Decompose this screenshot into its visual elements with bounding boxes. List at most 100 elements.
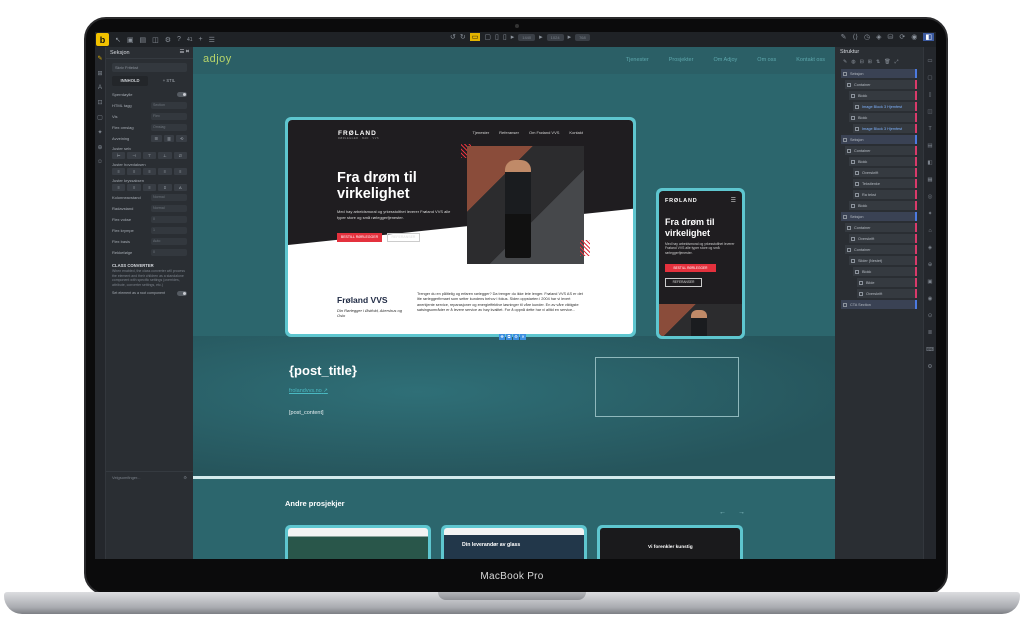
settings-icon[interactable]: ⚙ <box>513 334 519 340</box>
class-search-input[interactable]: Skriv Fritekst <box>112 63 187 72</box>
pin-icon[interactable]: ✎ <box>843 59 847 65</box>
panel-icon[interactable]: ◫ <box>924 109 936 115</box>
tree-item[interactable]: Blokk <box>849 201 917 210</box>
panel-toggle-icon[interactable]: ◧ <box>923 33 934 41</box>
panel-icon[interactable]: ▤ <box>924 143 936 149</box>
help-icon[interactable]: ? <box>177 36 181 43</box>
hide-toggle[interactable] <box>177 91 187 97</box>
tree-item[interactable]: Blokk <box>849 157 917 166</box>
footer-search[interactable]: Velgsomfinger... <box>112 475 140 480</box>
trash-icon[interactable]: 🗑 <box>884 59 890 65</box>
sort-icon[interactable]: ⇅ <box>876 59 880 65</box>
direction-reverse-icon[interactable]: ⟲ <box>176 134 188 142</box>
align-left-icon[interactable]: ⊢ <box>112 152 126 159</box>
tree-item[interactable]: Overskrift <box>853 168 917 177</box>
panel-icon[interactable]: ✦ <box>924 211 936 217</box>
tree-item[interactable]: Container <box>845 223 917 232</box>
panel-icon[interactable]: ≣ <box>924 330 936 336</box>
duplicate-icon[interactable]: ⧉ <box>506 334 512 340</box>
brush-icon[interactable]: ✎ <box>95 55 105 62</box>
panel-icon[interactable]: ⊙ <box>924 313 936 319</box>
templates-icon[interactable]: ◫ <box>152 36 159 44</box>
desktop-mockup[interactable]: FRØLAND RØRLEGGER · BAD · VVS Tjenester R… <box>285 117 636 337</box>
align-stretch-icon[interactable]: ⊥ <box>158 152 172 159</box>
cross-center-icon[interactable]: ≡ <box>127 184 141 191</box>
tree-item[interactable]: Ra tekst <box>853 190 917 199</box>
image-placeholder[interactable] <box>595 357 739 417</box>
zoom-level[interactable]: 41 <box>187 37 193 43</box>
justify-center-icon[interactable]: ≡ <box>127 168 141 175</box>
flex-grow-input[interactable]: 0 <box>151 215 187 223</box>
resize-icon[interactable]: ⤢ <box>895 59 899 65</box>
cursor-icon[interactable]: ↖ <box>115 36 121 44</box>
project-card[interactable] <box>285 525 431 559</box>
add-element-icon[interactable]: ▣ <box>127 36 134 44</box>
plus-icon[interactable]: + <box>199 36 203 43</box>
root-component-toggle[interactable] <box>177 290 187 296</box>
panel-icon[interactable]: ⊕ <box>924 262 936 268</box>
text-icon[interactable]: T <box>924 126 936 132</box>
move-icon[interactable]: ✥ <box>499 334 505 340</box>
cross-start-icon[interactable]: ≡ <box>112 184 126 191</box>
nav-link[interactable]: Om Adjoy <box>713 57 737 63</box>
layers-icon[interactable]: ◈ <box>876 33 881 41</box>
column-gap-input[interactable]: Normal <box>151 193 187 201</box>
post-content[interactable]: [post_content] <box>289 410 324 416</box>
justify-end-icon[interactable]: ≡ <box>142 168 157 175</box>
tree-item[interactable]: Seksjon <box>841 212 917 221</box>
builder-logo[interactable]: b <box>96 33 109 46</box>
panel-icon[interactable]: ◈ <box>924 245 936 251</box>
nav-link[interactable]: Prosjekter <box>669 57 694 63</box>
effects-icon[interactable]: ✦ <box>95 129 105 136</box>
undo-icon[interactable]: ↺ <box>450 33 456 41</box>
post-title[interactable]: {post_title} <box>289 363 357 378</box>
align-right-icon[interactable]: ⊤ <box>142 152 157 159</box>
layout-icon[interactable]: ⊞ <box>95 70 105 77</box>
position-icon[interactable]: ⊕ <box>95 144 105 151</box>
tree-item[interactable]: Slider (Nestet) <box>849 256 917 265</box>
breakpoint-width[interactable]: 768 <box>575 33 590 41</box>
play-icon-3[interactable]: ▸ <box>568 33 572 41</box>
site-logo[interactable]: adjoy <box>203 53 232 65</box>
keyboard-icon[interactable]: ⌨ <box>924 347 936 353</box>
redo-icon[interactable]: ↻ <box>460 33 466 41</box>
tree-item[interactable]: Tekstlenke <box>853 179 917 188</box>
breakpoint-width[interactable]: 1440 <box>518 33 536 41</box>
refresh-icon[interactable]: ⟳ <box>899 33 905 41</box>
spacing-icon[interactable]: ⊡ <box>95 99 105 106</box>
justify-around-icon[interactable]: ≡ <box>173 168 188 175</box>
palette-icon[interactable]: ◍ <box>851 59 855 65</box>
row-gap-input[interactable]: Normal <box>151 204 187 212</box>
nav-link[interactable]: Om oss <box>757 57 776 63</box>
direction-col-icon[interactable]: ▥ <box>163 134 175 142</box>
edit-icon[interactable]: ✎ <box>841 33 847 41</box>
tree-item[interactable]: Blokk <box>853 267 917 276</box>
history-icon[interactable]: ◷ <box>864 33 870 41</box>
align-center-icon[interactable]: ⊣ <box>127 152 141 159</box>
slider-arrows[interactable]: ← → <box>719 509 750 516</box>
page-canvas[interactable]: adjoy Tjenester Prosjekter Om Adjoy Om o… <box>193 47 835 559</box>
cross-baseline-icon[interactable]: A <box>173 184 188 191</box>
mobile-mockup[interactable]: FRØLAND ☰ Fra drøm til virkelighet Med h… <box>656 188 745 339</box>
tree-item[interactable]: Container <box>845 245 917 254</box>
tree-item[interactable]: CTA Section <box>841 300 917 309</box>
post-link-text[interactable]: frolandvvs.no <box>289 388 322 394</box>
code-icon[interactable]: ⟨⟩ <box>853 33 858 41</box>
panel-menu-icon[interactable]: ☰ ⌗ <box>179 49 189 56</box>
tree-item[interactable]: Container <box>845 80 917 89</box>
tablet-breakpoint-icon[interactable]: ▯ <box>495 33 499 41</box>
tree-item[interactable]: Image Block 3 Hjemfest <box>853 102 917 111</box>
flex-shrink-input[interactable]: 1 <box>151 226 187 234</box>
tree-item[interactable]: Overskrift <box>849 234 917 243</box>
justify-between-icon[interactable]: ≡ <box>158 168 172 175</box>
tab-style[interactable]: + STIL <box>151 76 187 86</box>
tree-item[interactable]: Image Block 3 Hjemfest <box>853 124 917 133</box>
breakpoint-width[interactable]: 1024 <box>546 33 564 41</box>
delete-icon[interactable]: ✕ <box>520 334 526 340</box>
border-icon[interactable]: ▢ <box>95 114 105 121</box>
project-card[interactable]: Din leverandør av glass <box>441 525 587 559</box>
external-link-icon[interactable]: ↗ <box>323 388 328 394</box>
desktop-breakpoint-icon[interactable]: ▭ <box>469 33 481 41</box>
panel-icon[interactable]: ▯ <box>924 92 936 98</box>
preview-icon[interactable]: ◉ <box>911 33 917 41</box>
